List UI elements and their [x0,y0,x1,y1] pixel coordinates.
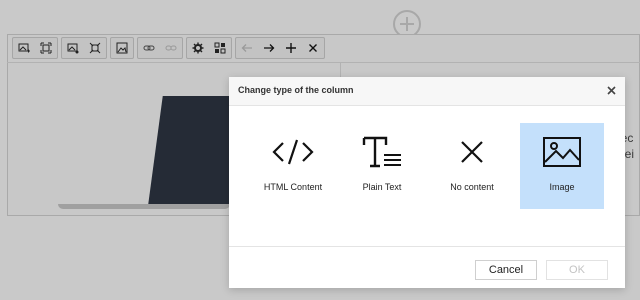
option-html-content[interactable]: HTML Content [251,123,335,209]
image-resize-button[interactable] [35,38,57,58]
editor-divider-horizontal [7,62,640,63]
toolbar-group-image [12,37,58,59]
image-add-button[interactable] [13,38,35,58]
grid-icon [214,42,226,54]
arrow-left-icon [241,44,252,52]
unlink-button[interactable] [160,38,182,58]
link-button[interactable] [138,38,160,58]
dialog-footer: Cancel OK [229,247,625,289]
image-button[interactable] [111,38,133,58]
code-icon [272,139,314,165]
image-crop-button[interactable] [84,38,106,58]
move-right-button[interactable] [258,38,280,58]
dialog-title: Change type of the column [238,85,354,95]
change-type-button[interactable] [209,38,231,58]
option-label: Image [549,182,575,192]
option-label: No content [450,182,494,192]
gear-icon [192,42,204,54]
plus-icon [286,43,296,53]
dialog-body: HTML Content Plain Text No content Image [229,106,625,247]
toolbar-group-picture [110,37,134,59]
delete-column-button[interactable] [302,38,324,58]
text-icon [362,136,401,168]
toolbar-group-link [137,37,183,59]
close-icon [606,85,616,95]
toolbar-group-edit [61,37,107,59]
close-icon [461,141,483,163]
unlink-icon [165,45,177,51]
dialog-close-button[interactable] [605,84,617,96]
dialog-header: Change type of the column [229,77,625,106]
move-left-button[interactable] [236,38,258,58]
image-edit-button[interactable] [62,38,84,58]
image-add-icon [18,43,30,53]
close-icon [309,44,317,52]
option-plain-text[interactable]: Plain Text [340,123,424,209]
link-icon [143,45,155,51]
image-resize-icon [40,42,52,54]
image-icon [116,42,128,54]
arrow-right-icon [264,44,275,52]
ok-button[interactable]: OK [546,260,608,280]
toolbar-group-settings [186,37,232,59]
image-crop-icon [89,42,101,54]
option-image[interactable]: Image [520,123,604,209]
option-label: Plain Text [362,182,402,192]
image-icon [543,137,581,167]
laptop-base-image [58,204,230,209]
option-no-content[interactable]: No content [430,123,514,209]
add-column-button[interactable] [280,38,302,58]
toolbar-group-move [235,37,325,59]
cancel-button[interactable]: Cancel [475,260,537,280]
settings-button[interactable] [187,38,209,58]
image-edit-icon [67,43,79,54]
column-toolbar [12,37,325,59]
option-label: HTML Content [263,182,323,192]
change-column-type-dialog: Change type of the column HTML Content P… [229,77,625,288]
